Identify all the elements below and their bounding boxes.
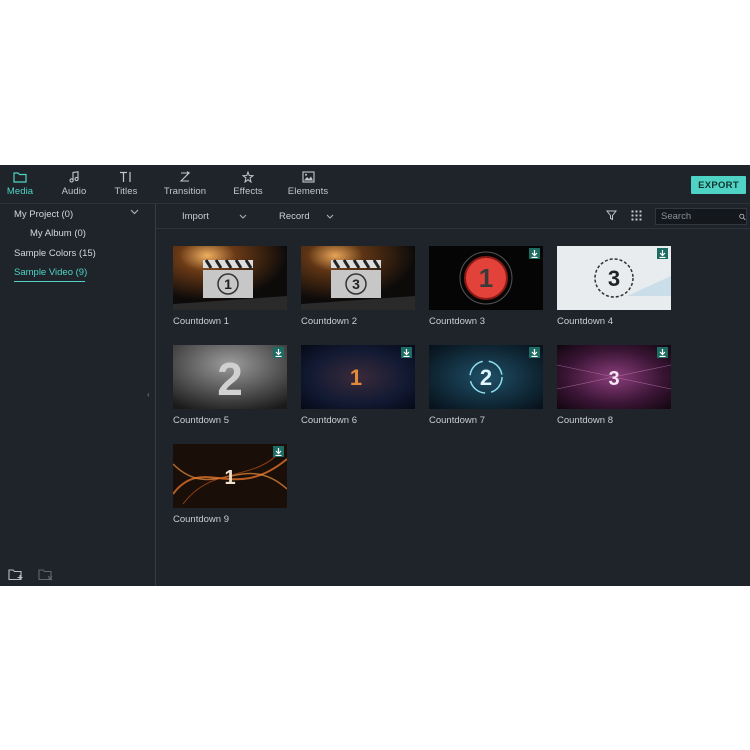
thumbnail-number: 1 — [224, 276, 232, 292]
tab-effects[interactable]: Effects — [231, 165, 265, 203]
tab-transition[interactable]: Transition — [163, 165, 207, 203]
video-thumbnail: 3 — [557, 345, 671, 409]
chevron-down-icon[interactable] — [130, 209, 139, 215]
media-item-countdown-3[interactable]: 1 Countdown 3 — [429, 246, 543, 327]
thumbnail-number: 1 — [224, 467, 235, 489]
media-caption: Countdown 5 — [173, 415, 229, 426]
tab-label: Effects — [233, 186, 263, 197]
active-item-underline — [14, 281, 85, 282]
download-icon[interactable] — [657, 347, 668, 358]
sidebar-item-my-album[interactable]: My Album (0) — [30, 228, 86, 239]
filter-icon[interactable] — [606, 210, 617, 221]
music-note-icon — [69, 171, 79, 183]
thumbnail-number: 3 — [608, 368, 619, 390]
video-thumbnail: 2 — [429, 345, 543, 409]
tab-label: Audio — [61, 186, 87, 197]
media-item-countdown-9[interactable]: 1 Countdown 9 — [173, 444, 287, 525]
media-item-countdown-4[interactable]: 3 Countdown 4 — [557, 246, 671, 327]
delete-folder-icon[interactable] — [38, 568, 54, 581]
text-icon — [120, 171, 131, 182]
media-caption: Countdown 8 — [557, 415, 613, 426]
tab-label: Transition — [163, 186, 207, 197]
media-panel: Import Record Search 1 Countdown 1 3 Cou… — [156, 204, 750, 586]
media-item-countdown-2[interactable]: 3 Countdown 2 — [301, 246, 415, 327]
collapse-sidebar-icon[interactable]: ‹ — [147, 390, 155, 402]
tab-media[interactable]: Media — [6, 165, 34, 203]
video-thumbnail: 1 — [173, 246, 287, 310]
media-caption: Countdown 9 — [173, 514, 229, 525]
folder-icon — [13, 172, 27, 183]
transition-icon — [179, 171, 191, 182]
search-box — [655, 208, 747, 225]
search-input[interactable] — [656, 210, 733, 223]
media-library-sidebar: My Project (0) My Album (0) Sample Color… — [0, 204, 156, 586]
thumbnail-number: 1 — [350, 365, 362, 390]
video-thumbnail: 1 — [301, 345, 415, 409]
tab-audio[interactable]: Audio — [60, 165, 88, 203]
new-folder-icon[interactable] — [8, 568, 24, 581]
download-icon[interactable] — [401, 347, 412, 358]
export-button[interactable]: EXPORT — [691, 176, 746, 194]
media-toolbar: Import Record — [156, 204, 750, 229]
top-tab-bar: Media Audio Titles Transition Effects El… — [0, 165, 750, 204]
media-caption: Countdown 1 — [173, 316, 229, 327]
media-caption: Countdown 6 — [301, 415, 357, 426]
media-item-countdown-5[interactable]: 2 Countdown 5 — [173, 345, 287, 426]
tab-elements[interactable]: Elements — [288, 165, 328, 203]
media-item-countdown-8[interactable]: 3 Countdown 8 — [557, 345, 671, 426]
media-caption: Countdown 7 — [429, 415, 485, 426]
media-item-countdown-7[interactable]: 2 Countdown 7 — [429, 345, 543, 426]
chevron-down-icon — [326, 214, 334, 219]
media-item-countdown-1[interactable]: 1 Countdown 1 — [173, 246, 287, 327]
record-dropdown[interactable]: Record — [279, 204, 334, 228]
thumbnail-number: 3 — [352, 276, 360, 292]
video-thumbnail: 1 — [173, 444, 287, 508]
media-caption: Countdown 4 — [557, 316, 613, 327]
tab-label: Media — [6, 186, 34, 197]
tab-label: Titles — [114, 186, 138, 197]
video-thumbnail: 1 — [429, 246, 543, 310]
tab-titles[interactable]: Titles — [112, 165, 140, 203]
import-label: Import — [182, 210, 209, 222]
record-label: Record — [279, 210, 310, 222]
chevron-down-icon — [239, 214, 247, 219]
download-icon[interactable] — [273, 446, 284, 457]
download-icon[interactable] — [273, 347, 284, 358]
video-thumbnail: 3 — [301, 246, 415, 310]
media-caption: Countdown 2 — [301, 316, 357, 327]
sidebar-item-my-project[interactable]: My Project (0) — [14, 209, 73, 220]
tab-label: Elements — [287, 186, 329, 197]
grid-view-icon[interactable] — [631, 210, 642, 221]
video-thumbnail: 2 — [173, 345, 287, 409]
download-icon[interactable] — [657, 248, 668, 259]
effects-icon — [242, 171, 254, 183]
media-caption: Countdown 3 — [429, 316, 485, 327]
download-icon[interactable] — [529, 248, 540, 259]
download-icon[interactable] — [529, 347, 540, 358]
thumbnail-number: 1 — [479, 263, 493, 293]
image-icon — [301, 171, 315, 183]
thumbnail-number: 2 — [480, 365, 492, 390]
thumbnail-number: 3 — [608, 266, 620, 291]
media-item-countdown-6[interactable]: 1 Countdown 6 — [301, 345, 415, 426]
video-thumbnail: 3 — [557, 246, 671, 310]
sidebar-item-sample-video[interactable]: Sample Video (9) — [14, 267, 87, 278]
search-icon[interactable] — [739, 212, 746, 222]
thumbnail-number: 2 — [217, 353, 243, 405]
sidebar-item-sample-colors[interactable]: Sample Colors (15) — [14, 248, 96, 259]
editor-window: Media Audio Titles Transition Effects El… — [0, 165, 750, 586]
import-dropdown[interactable]: Import — [182, 204, 247, 228]
